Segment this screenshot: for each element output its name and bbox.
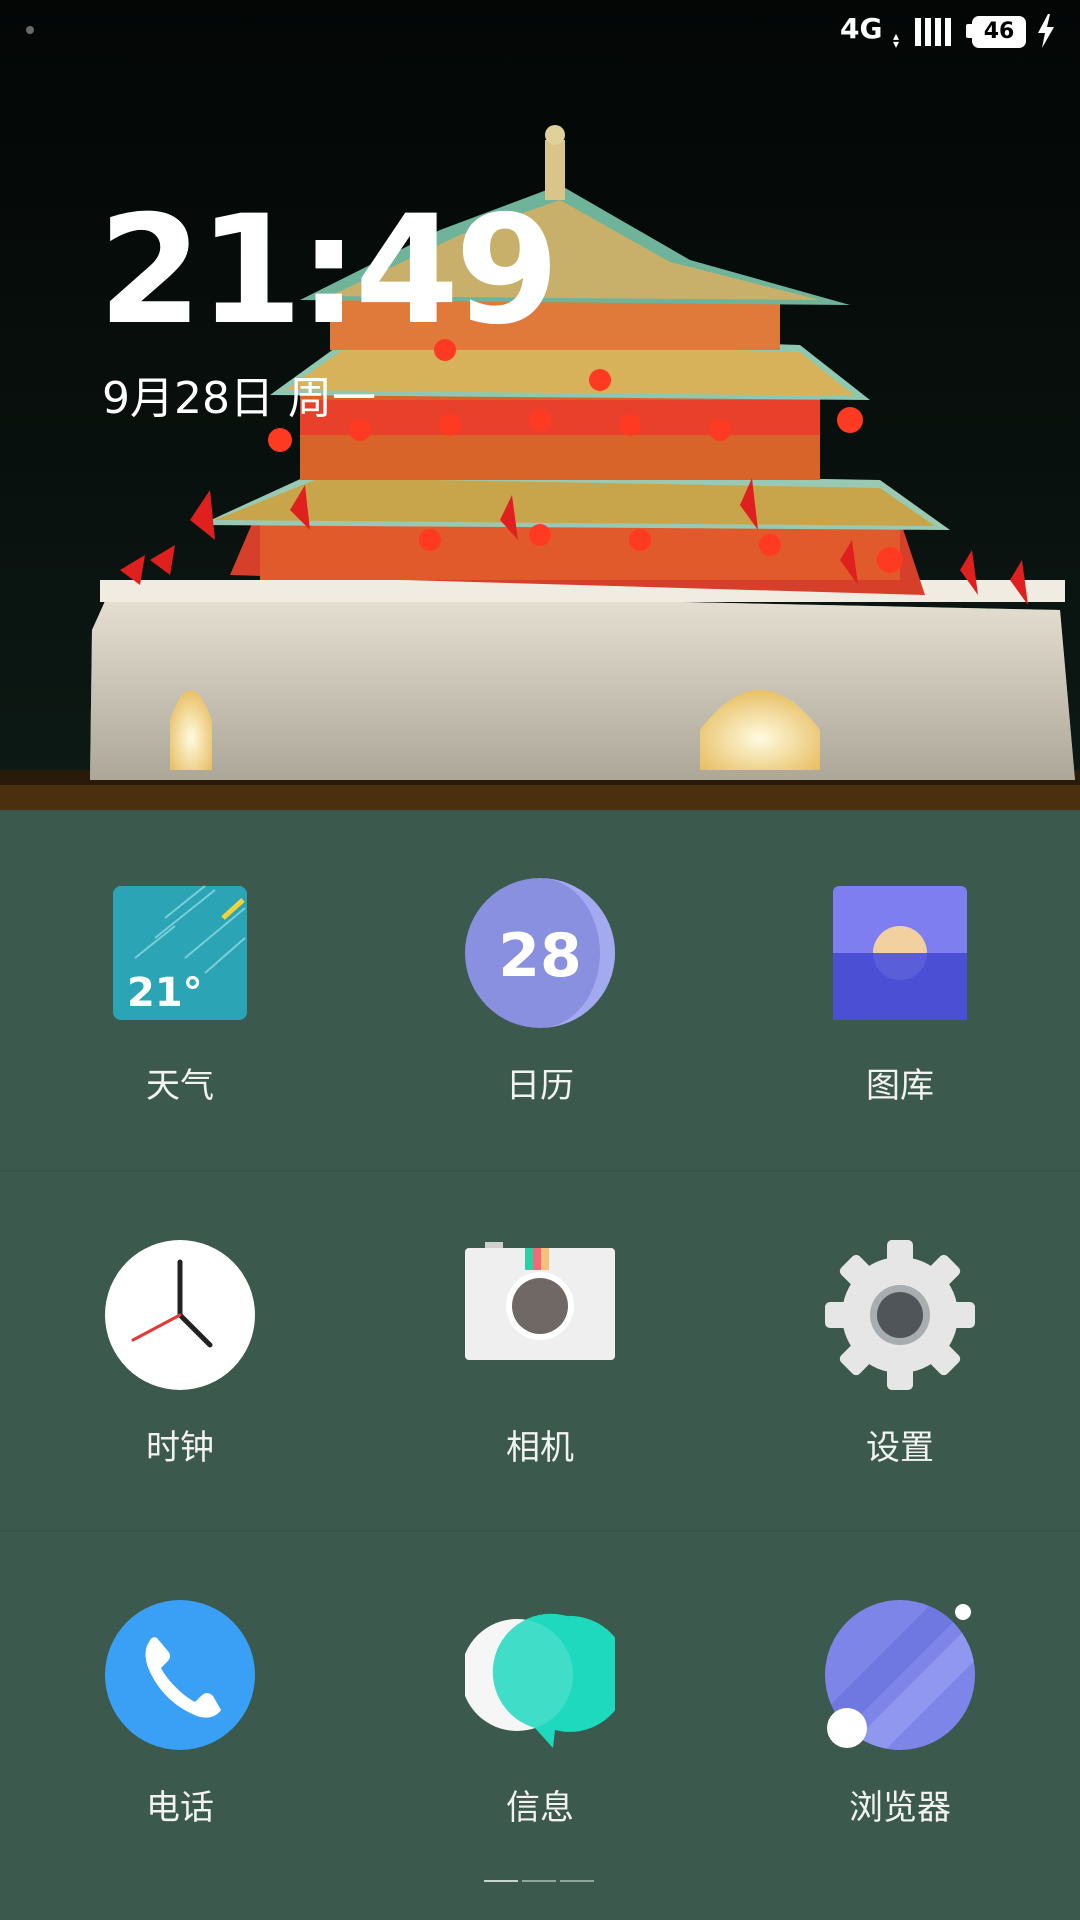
app-label: 日历 xyxy=(506,1066,574,1106)
app-label: 相机 xyxy=(506,1428,574,1468)
app-browser[interactable]: 浏览器 xyxy=(780,1600,1020,1840)
phone-icon xyxy=(105,1600,255,1750)
calendar-icon: 28 xyxy=(465,878,615,1028)
browser-icon xyxy=(825,1600,975,1750)
signal-strength-icon xyxy=(915,18,951,46)
app-calendar[interactable]: 28 日历 xyxy=(420,878,660,1118)
app-label: 设置 xyxy=(866,1428,934,1468)
messages-icon xyxy=(465,1613,615,1748)
weather-icon: 21° xyxy=(113,885,247,1020)
app-label: 图库 xyxy=(866,1066,934,1106)
app-clock[interactable]: 时钟 xyxy=(60,1240,300,1480)
app-row: 时钟 相机 设置 xyxy=(0,1170,1080,1532)
data-activity-icon: ▴ ▾ xyxy=(893,29,900,51)
app-label: 信息 xyxy=(506,1788,574,1828)
app-messages[interactable]: 信息 xyxy=(420,1600,660,1840)
app-row: 电话 信息 浏览器 xyxy=(0,1530,1080,1892)
weather-temp-badge: 21° xyxy=(127,970,203,1016)
clock-icon xyxy=(105,1240,255,1390)
app-label: 时钟 xyxy=(146,1428,214,1468)
calendar-day-badge: 28 xyxy=(498,921,582,991)
clock-widget-time[interactable]: 21:49 xyxy=(98,196,559,346)
app-row: 21° 天气 28 日历 图库 xyxy=(0,810,1080,1170)
app-label: 浏览器 xyxy=(849,1788,951,1828)
notification-dot xyxy=(26,26,34,34)
clock-widget-date[interactable]: 9月28日 周一 xyxy=(102,362,376,426)
app-grid: 21° 天气 28 日历 图库 时钟 相机 设置 电话 信息 浏览器 xyxy=(0,810,1080,1920)
battery-icon: 46 xyxy=(972,16,1026,48)
status-bar: 4G ▴ ▾ 46 xyxy=(0,0,1080,64)
app-phone[interactable]: 电话 xyxy=(60,1600,300,1840)
app-settings[interactable]: 设置 xyxy=(780,1240,1020,1480)
network-type: 4G xyxy=(840,12,883,45)
app-label: 天气 xyxy=(146,1066,214,1106)
gallery-icon xyxy=(833,886,967,1020)
charging-bolt-icon xyxy=(1038,14,1054,48)
app-gallery[interactable]: 图库 xyxy=(780,878,1020,1118)
settings-gear-icon xyxy=(825,1240,975,1390)
app-label: 电话 xyxy=(146,1788,214,1828)
app-weather[interactable]: 21° 天气 xyxy=(60,878,300,1118)
camera-icon xyxy=(465,1242,615,1360)
page-indicator[interactable] xyxy=(484,1880,596,1883)
app-camera[interactable]: 相机 xyxy=(420,1240,660,1480)
